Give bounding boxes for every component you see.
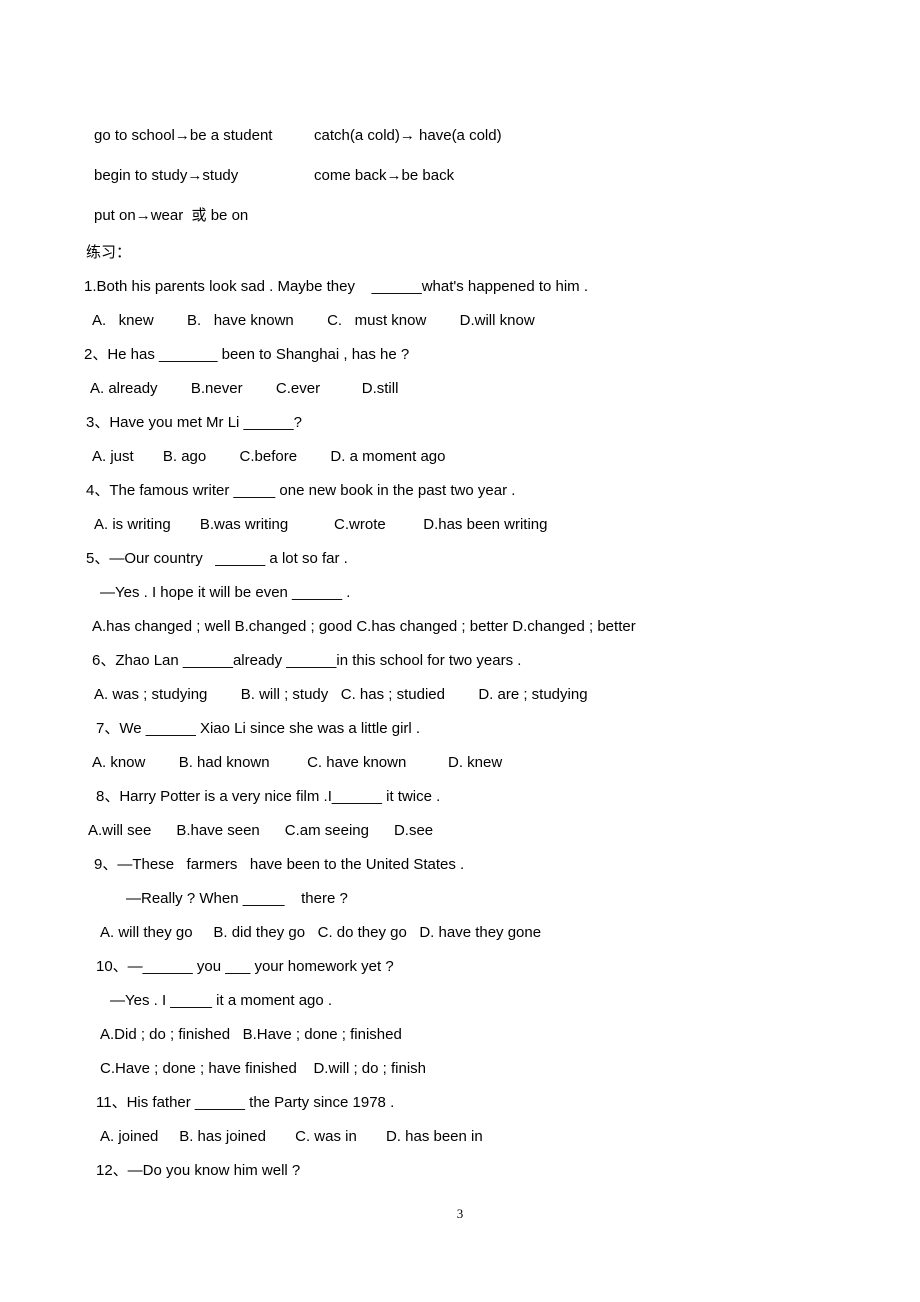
vocab-row: begin to study→study come back→be back [0,166,920,206]
vocab-row: go to school→be a student catch(a cold)→… [0,126,920,166]
question-11-options: A. joined B. has joined C. was in D. has… [100,1128,483,1145]
question-10-reply: —Yes . I _____ it a moment ago . [110,992,333,1009]
question-3-options: A. just B. ago C.before D. a moment ago [92,448,446,465]
question-9-options: A. will they go B. did they go C. do the… [100,924,542,941]
vocab-right-item: catch(a cold)→ have(a cold) [314,127,502,144]
question-10-stem: 10、—______ you ___ your homework yet ? [96,958,394,975]
question-5-options: A.has changed ; well B.changed ; good C.… [92,618,636,635]
exercises-section-heading: 练习： [86,244,132,261]
question-4-stem: 4、The famous writer _____ one new book i… [86,482,516,499]
vocab-left-item: put on→wear 或 be on [94,207,249,224]
question-8-options: A.will see B.have seen C.am seeing D.see [88,822,434,839]
question-1-options: A. knew B. have known C. must know D.wil… [92,312,535,329]
question-9-reply: —Really ? When _____ there ? [126,890,348,907]
vocab-right-item: come back→be back [314,167,455,184]
vocab-left-item: begin to study→study [94,167,239,184]
worksheet-page: go to school→be a student catch(a cold)→… [0,0,920,1302]
question-4-options: A. is writing B.was writing C.wrote D.ha… [94,516,548,533]
question-10-options-cd: C.Have ; done ; have finished D.will ; d… [100,1060,426,1077]
question-6-stem: 6、Zhao Lan ______already ______in this s… [92,652,522,669]
vocab-left-item: go to school→be a student [94,127,273,144]
vocab-row: put on→wear 或 be on [0,206,920,246]
question-1-stem: 1.Both his parents look sad . Maybe they… [84,278,589,295]
question-9-stem: 9、—These farmers have been to the United… [94,856,465,873]
question-3-stem: 3、Have you met Mr Li ______? [86,414,302,431]
question-11-stem: 11、His father ______ the Party since 197… [96,1094,395,1111]
question-5-reply: —Yes . I hope it will be even ______ . [100,584,351,601]
question-10-options-ab: A.Did ; do ; finished B.Have ; done ; fi… [100,1026,402,1043]
question-8-stem: 8、Harry Potter is a very nice film .I___… [96,788,441,805]
page-number: 3 [456,1206,464,1221]
question-6-options: A. was ; studying B. will ; study C. has… [94,686,588,703]
question-7-options: A. know B. had known C. have known D. kn… [92,754,503,771]
question-2-stem: 2、He has _______ been to Shanghai , has … [84,346,410,363]
vocabulary-transform-block: go to school→be a student catch(a cold)→… [0,126,920,246]
question-7-stem: 7、We ______ Xiao Li since she was a litt… [96,720,421,737]
question-5-stem: 5、—Our country ______ a lot so far . [86,550,348,567]
question-list: 1.Both his parents look sad . Maybe they… [0,277,920,1195]
question-2-options: A. already B.never C.ever D.still [90,380,399,397]
question-12-stem: 12、—Do you know him well ? [96,1162,301,1179]
